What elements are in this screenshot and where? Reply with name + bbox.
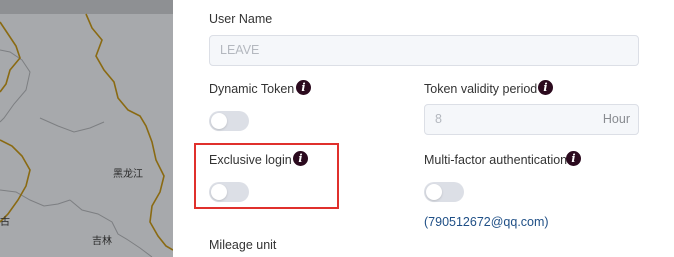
exclusive-login-highlight <box>194 143 339 209</box>
map-label-jilin: 吉林 <box>92 236 112 247</box>
map-backdrop: 黑龙江 吉林 古 <box>0 0 173 257</box>
mfa-email: (790512672@qq.com) <box>424 215 549 229</box>
dynamic-token-toggle[interactable] <box>209 111 249 131</box>
mfa-info-icon[interactable]: i <box>566 151 581 166</box>
map-label-partial: 古 <box>0 217 10 228</box>
mileage-unit-label: Mileage unit <box>209 238 277 252</box>
user-name-label: User Name <box>209 12 273 26</box>
token-validity-input[interactable]: 8 Hour <box>424 104 639 135</box>
mfa-label: Multi-factor authentication <box>424 153 568 167</box>
token-validity-info-icon[interactable]: i <box>538 80 553 95</box>
user-name-input[interactable]: LEAVE <box>209 35 639 66</box>
token-validity-label: Token validity period <box>424 82 538 96</box>
dynamic-token-label: Dynamic Token <box>209 82 295 96</box>
mfa-toggle[interactable] <box>424 182 464 202</box>
map-label-heilongjiang: 黑龙江 <box>113 169 143 180</box>
toggle-knob <box>426 184 442 200</box>
token-validity-value: 8 <box>435 112 442 126</box>
dynamic-token-info-icon[interactable]: i <box>296 80 311 95</box>
map-borders <box>0 13 173 257</box>
toggle-knob <box>211 113 227 129</box>
token-validity-unit: Hour <box>602 112 630 126</box>
